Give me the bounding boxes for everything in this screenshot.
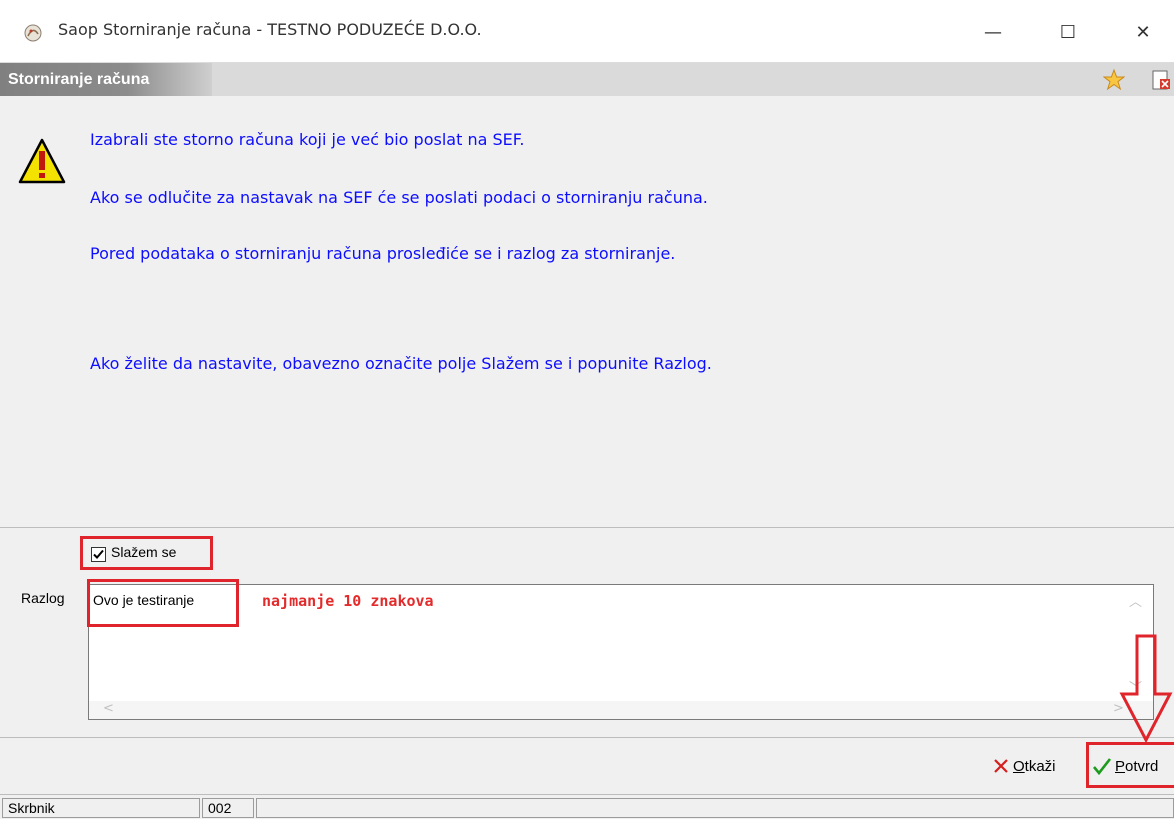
window-titlebar: Saop Storniranje računa - TESTNO PODUZEĆ… xyxy=(0,0,1174,63)
close-window-button[interactable]: ✕ xyxy=(1120,14,1166,50)
status-code: 002 xyxy=(202,798,254,818)
window-title: Saop Storniranje računa - TESTNO PODUZEĆ… xyxy=(58,20,482,39)
message-panel: Izabrali ste storno računa koji je već b… xyxy=(0,96,1174,526)
scroll-up-icon[interactable]: ︿ xyxy=(1129,591,1142,610)
message-line-3: Pored podataka o storniranju računa pros… xyxy=(90,244,676,263)
down-arrow-annotation xyxy=(1119,634,1173,744)
agree-label[interactable]: Slažem se xyxy=(111,544,176,560)
confirm-hotkey: P xyxy=(1115,757,1126,775)
confirm-button[interactable]: Potvrd xyxy=(1092,751,1158,781)
agree-checkbox[interactable] xyxy=(91,547,106,562)
cancel-hotkey: O xyxy=(1013,757,1025,775)
dialog-title: Storniranje računa xyxy=(0,63,212,96)
reason-textarea[interactable]: ︿ ﹀ < > xyxy=(88,584,1154,720)
checkmark-green-icon xyxy=(1093,758,1112,776)
horizontal-scrollbar[interactable]: < > xyxy=(89,701,1153,719)
reason-value: Ovo je testiranje xyxy=(93,592,195,608)
app-icon xyxy=(24,24,42,42)
dialog-header: Storniranje računa xyxy=(0,63,1174,96)
status-bar: Skrbnik 002 xyxy=(0,794,1174,819)
separator xyxy=(0,527,1174,528)
document-close-icon[interactable] xyxy=(1150,69,1172,91)
maximize-button[interactable]: ☐ xyxy=(1045,14,1091,50)
reason-hint: najmanje 10 znakova xyxy=(262,592,434,610)
reason-label: Razlog xyxy=(21,590,65,606)
status-user: Skrbnik xyxy=(2,798,200,818)
minimize-button[interactable]: — xyxy=(970,14,1016,50)
cancel-button[interactable]: Otkaži xyxy=(992,751,1056,781)
favorite-star-icon[interactable] xyxy=(1103,69,1125,91)
cancel-x-icon xyxy=(994,759,1008,773)
warning-icon xyxy=(18,138,66,184)
status-info xyxy=(256,798,1174,818)
message-line-2: Ako se odlučite za nastavak na SEF će se… xyxy=(90,188,708,207)
checkmark-icon xyxy=(93,549,104,559)
button-bar-separator xyxy=(0,737,1174,738)
message-line-4: Ako želite da nastavite, obavezno označi… xyxy=(90,354,712,373)
confirm-label: otvrd xyxy=(1125,757,1159,775)
scroll-left-icon[interactable]: < xyxy=(103,701,114,716)
cancel-label: tkaži xyxy=(1024,757,1056,775)
message-line-1: Izabrali ste storno računa koji je već b… xyxy=(90,130,525,149)
